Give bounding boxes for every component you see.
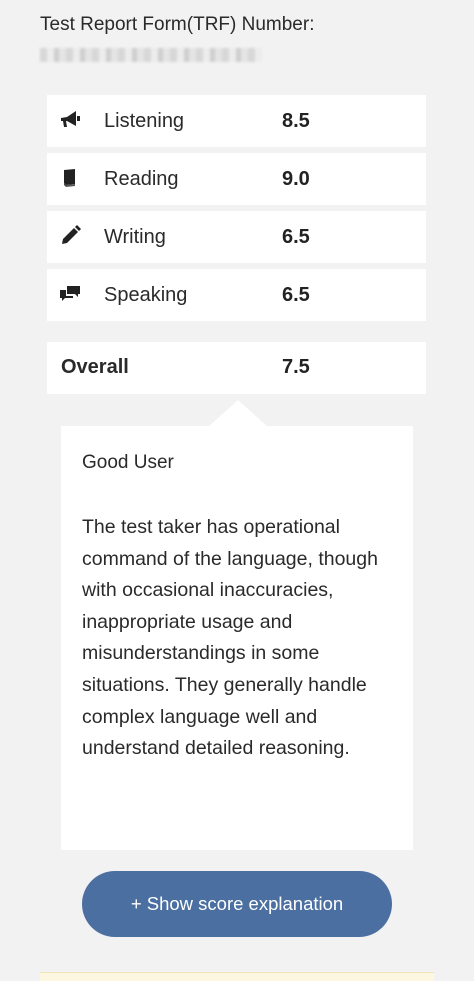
pencil-icon: [59, 225, 81, 247]
score-name: Speaking: [104, 283, 188, 306]
score-row-reading: Reading 9.0: [47, 153, 426, 205]
score-name: Reading: [104, 167, 179, 190]
score-explanation-panel: Good User The test taker has operational…: [61, 426, 413, 850]
score-name: Writing: [104, 225, 166, 248]
megaphone-icon: [59, 109, 81, 131]
score-row-speaking: Speaking 6.5: [47, 269, 426, 321]
trf-number-value-redacted: [40, 48, 262, 62]
overall-row: Overall 7.5: [47, 342, 426, 394]
score-name: Listening: [104, 109, 185, 132]
show-score-explanation-button[interactable]: + Show score explanation: [82, 871, 392, 937]
speech-bubbles-icon: [59, 283, 81, 305]
band-title: Good User: [82, 452, 174, 473]
score-value: 6.5: [282, 225, 310, 248]
score-value: 9.0: [282, 167, 310, 190]
book-icon: [59, 167, 81, 189]
score-row-listening: Listening 8.5: [47, 95, 426, 147]
band-description: The test taker has operational command o…: [82, 516, 378, 760]
score-value: 6.5: [282, 283, 310, 306]
score-list: Listening 8.5 Reading 9.0 Writing 6.5 Sp…: [47, 95, 426, 327]
overall-value: 7.5: [282, 356, 310, 378]
overall-label: Overall: [61, 356, 129, 378]
explanation-pointer: [208, 400, 268, 427]
score-row-writing: Writing 6.5: [47, 211, 426, 263]
score-value: 8.5: [282, 109, 310, 132]
trf-number-label: Test Report Form(TRF) Number:: [40, 14, 315, 35]
